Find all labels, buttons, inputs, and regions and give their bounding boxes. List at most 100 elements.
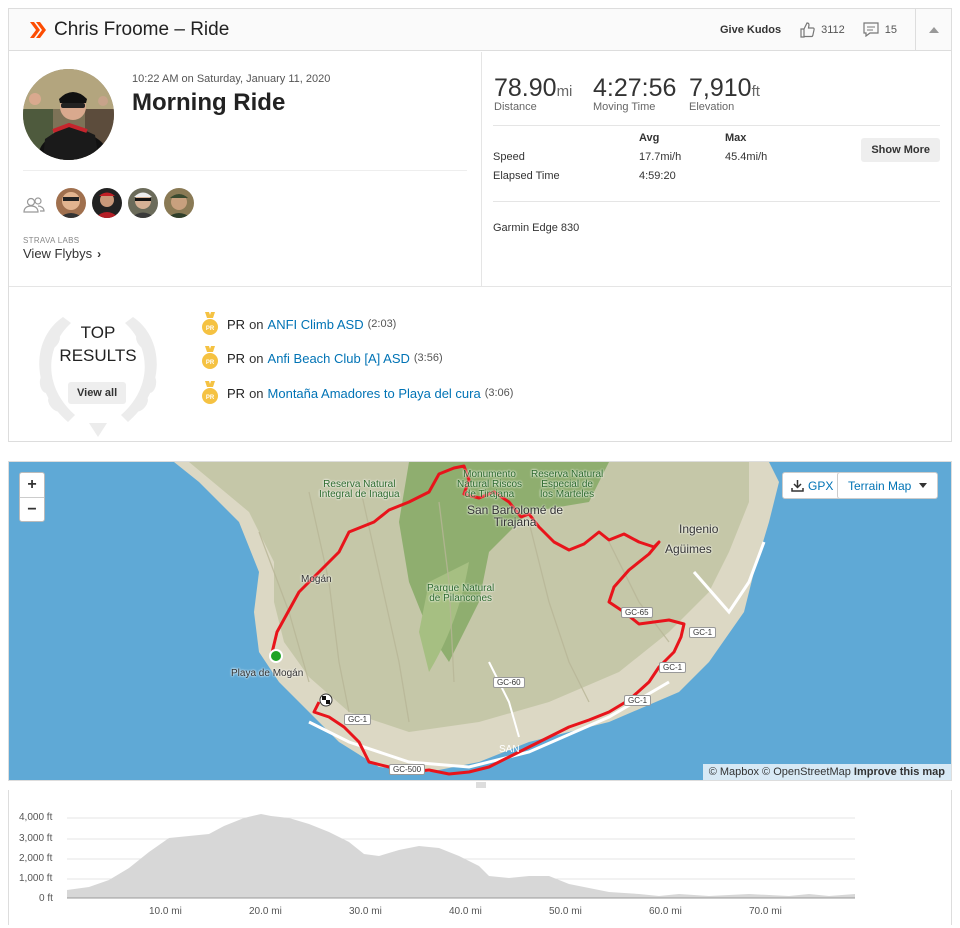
map-label-ingenio: Ingenio (679, 522, 719, 536)
finish-flag-icon[interactable] (319, 693, 333, 707)
route-map[interactable]: Reserva Natural Integral de Inagua Monum… (8, 461, 952, 781)
segment-link[interactable]: Montaña Amadores to Playa del cura (268, 386, 481, 401)
view-flybys-link[interactable]: View Flybys › (23, 246, 101, 261)
activity-card: Chris Froome – Ride Give Kudos 3112 15 1… (8, 8, 952, 442)
group-athlete-avatar[interactable] (128, 188, 158, 218)
pr-on: on (249, 316, 264, 332)
zoom-out-button[interactable]: − (20, 497, 44, 521)
athlete-avatar[interactable] (23, 69, 114, 160)
pr-result-item: PR PR on Montaña Amadores to Playa del c… (201, 381, 513, 405)
pr-result-item: PR PR on ANFI Climb ASD (2:03) (201, 312, 396, 336)
improve-map-link[interactable]: Improve this map (854, 766, 945, 778)
attribution-text[interactable]: © Mapbox © OpenStreetMap (709, 766, 851, 778)
pr-prefix: PR (227, 316, 246, 332)
pr-medal-icon: PR (202, 312, 218, 335)
road-label: GC-500 (389, 764, 426, 775)
kudos-count[interactable]: 3112 (799, 21, 845, 38)
device-name: Garmin Edge 830 (493, 222, 580, 234)
distance-value: 78.90 (494, 74, 557, 102)
road-label: GC-1 (344, 714, 372, 725)
group-athlete-avatar[interactable] (92, 188, 122, 218)
map-type-label: Terrain Map (848, 478, 912, 493)
elevation-unit: ft (751, 83, 760, 100)
resize-handle-icon[interactable] (476, 782, 486, 788)
x-tick-label: 60.0 mi (649, 906, 682, 917)
view-all-button[interactable]: View all (68, 382, 127, 404)
map-label-inagua: Reserva Natural Integral de Inagua (319, 480, 400, 500)
segment-link[interactable]: ANFI Climb ASD (268, 317, 364, 332)
max-column-header: Max (725, 132, 747, 144)
elevation-chart[interactable] (9, 790, 953, 925)
top-results-line2: RESULTS (59, 346, 137, 365)
road-label: GC-1 (659, 662, 687, 673)
caret-down-icon (919, 483, 928, 488)
map-label-text: San Bartolomé de Tirajana (467, 503, 564, 529)
x-tick-label: 10.0 mi (149, 906, 182, 917)
map-label-text: Reserva Natural Especial de los Marteles (531, 469, 604, 500)
strava-labs-label: STRAVA LABS (23, 236, 80, 245)
x-tick-label: 50.0 mi (549, 906, 582, 917)
pr-badge-text: PR (206, 395, 215, 401)
road-label: GC-60 (493, 677, 525, 688)
row-label: Speed (493, 151, 525, 163)
group-athlete-avatar[interactable] (56, 188, 86, 218)
pr-prefix: PR (227, 350, 246, 366)
group-athlete-avatar[interactable] (164, 188, 194, 218)
map-label-san-bartolome: San Bartolomé de Tirajana (467, 504, 563, 528)
group-icon[interactable] (23, 197, 45, 213)
pr-result-item: PR PR on Anfi Beach Club [A] ASD (3:56) (201, 346, 443, 370)
avg-column-header: Avg (639, 132, 660, 144)
pr-badge-text: PR (206, 360, 215, 366)
laurel-wreath-icon (39, 317, 157, 437)
gpx-download-button[interactable]: GPX (782, 472, 843, 499)
map-attribution: © Mapbox © OpenStreetMap Improve this ma… (702, 764, 951, 780)
zoom-control: + − (19, 472, 45, 522)
map-label-marteles: Reserva Natural Especial de los Marteles (531, 470, 603, 500)
activity-name: Morning Ride (132, 89, 286, 116)
distance-stat: 78.90mi Distance (494, 74, 572, 113)
map-label-playa-mogan: Playa de Mogán (231, 668, 304, 679)
map-label-san: SAN (499, 744, 520, 755)
y-tick-label: 1,000 ft (19, 873, 53, 884)
divider (23, 170, 467, 171)
moving-time-stat: 4:27:56 Moving Time (593, 74, 676, 113)
pr-prefix: PR (227, 385, 246, 401)
collapse-button[interactable] (915, 9, 951, 50)
moving-time-value: 4:27:56 (593, 74, 677, 102)
segment-time: (2:03) (367, 318, 397, 330)
strava-chevron-icon (30, 22, 46, 38)
top-results-title: TOP RESULTS (31, 321, 165, 367)
caret-up-icon (928, 26, 939, 33)
segment-link[interactable]: Anfi Beach Club [A] ASD (268, 351, 410, 366)
activity-summary: 10:22 AM on Saturday, January 11, 2020 M… (9, 52, 482, 286)
pr-on: on (249, 385, 264, 401)
pr-on: on (249, 350, 264, 366)
distance-unit: mi (556, 83, 573, 100)
table-header-row: Avg Max (493, 132, 853, 151)
show-more-button[interactable]: Show More (861, 138, 940, 162)
y-tick-label: 3,000 ft (19, 833, 53, 844)
comment-icon (863, 22, 879, 37)
divider (493, 201, 940, 202)
map-type-dropdown[interactable]: Terrain Map (837, 472, 939, 499)
table-row: Elapsed Time 4:59:20 (493, 170, 853, 189)
pr-medal-icon: PR (202, 381, 218, 404)
row-label: Elapsed Time (493, 170, 560, 182)
map-label-text: Reserva Natural Integral de Inagua (319, 479, 400, 500)
give-kudos-button[interactable]: Give Kudos (720, 24, 781, 36)
elevation-profile[interactable]: 4,000 ft 3,000 ft 2,000 ft 1,000 ft 0 ft… (8, 790, 952, 925)
comment-count[interactable]: 15 (863, 22, 897, 37)
table-row: Speed 17.7mi/h 45.4mi/h (493, 151, 853, 170)
map-label-text: Monumento Natural Riscos de Tirajana (457, 469, 523, 500)
comment-count-label: 15 (884, 23, 897, 36)
map-label-monumento: Monumento Natural Riscos de Tirajana (457, 470, 522, 500)
activity-stats: 78.90mi Distance 4:27:56 Moving Time 7,9… (483, 52, 952, 286)
y-tick-label: 0 ft (39, 893, 53, 904)
start-marker[interactable] (269, 649, 283, 663)
map-label-text: Parque Natural de Pilancones (427, 583, 495, 604)
x-tick-label: 70.0 mi (749, 906, 782, 917)
zoom-in-button[interactable]: + (20, 473, 44, 497)
map-label-pilancones: Parque Natural de Pilancones (427, 584, 494, 604)
y-tick-label: 4,000 ft (19, 812, 53, 823)
segment-time: (3:06) (484, 387, 514, 399)
